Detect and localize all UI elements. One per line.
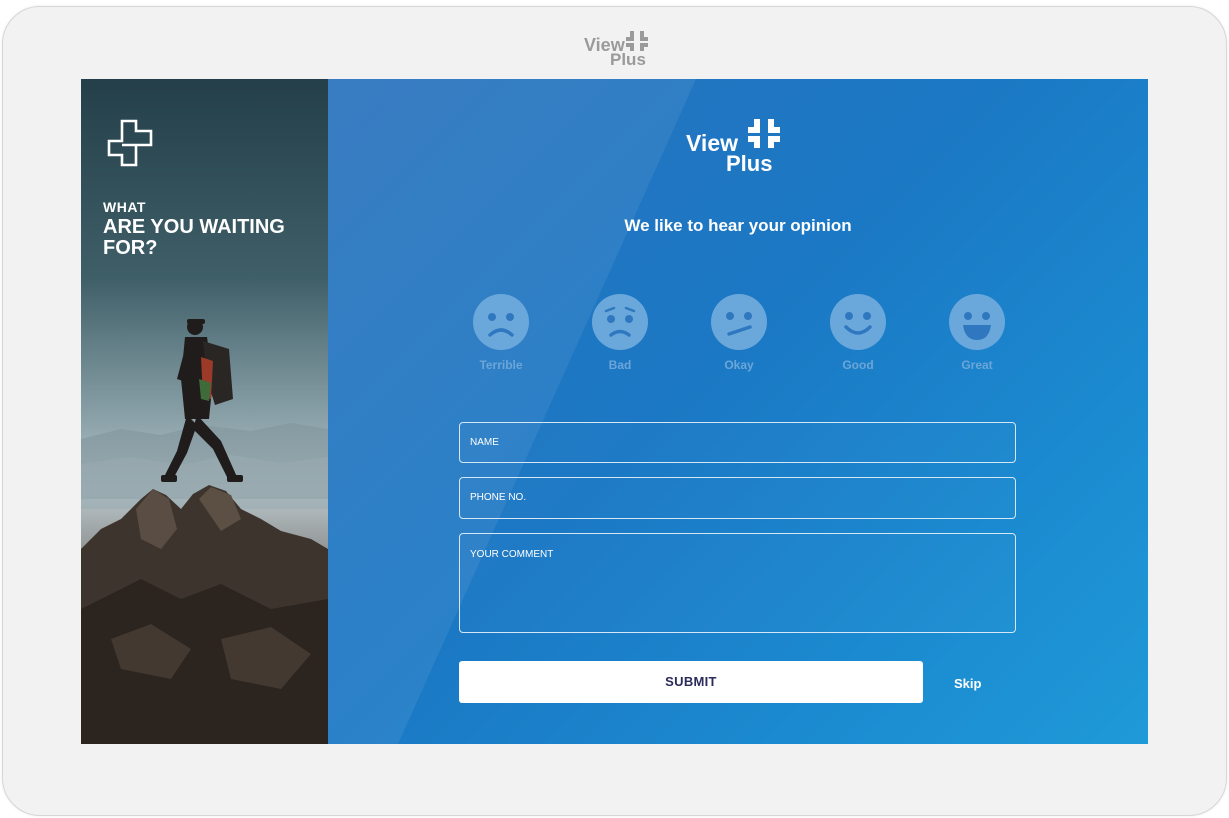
terrible-face-icon: [473, 294, 529, 350]
page-heading: We like to hear your opinion: [624, 216, 852, 235]
brand-mark-icon: [626, 31, 648, 51]
phone-placeholder: PHONE NO.: [470, 492, 527, 503]
name-input[interactable]: NAME: [459, 422, 1016, 463]
tagline-small: WHAT: [103, 199, 146, 215]
app-screen: WHAT ARE YOU WAITING FOR? View Plus We l…: [81, 79, 1148, 744]
rating-label: Terrible: [479, 358, 523, 372]
rating-terrible[interactable]: Terrible: [461, 294, 541, 372]
name-placeholder: NAME: [470, 437, 499, 448]
view-plus-logo: View Plus: [686, 119, 806, 176]
cross-outline-icon: [107, 119, 153, 167]
okay-face-icon: [711, 294, 767, 350]
rating-label: Great: [961, 358, 993, 372]
hiker-on-mountain-image: [81, 319, 328, 744]
panel-light-sheen: [328, 79, 696, 744]
phone-input[interactable]: PHONE NO.: [459, 477, 1016, 519]
brand-mark-icon: [748, 119, 780, 148]
rating-label: Okay: [724, 358, 754, 372]
feedback-panel: View Plus We like to hear your opinion T…: [328, 79, 1148, 744]
tagline-big: ARE YOU WAITING FOR?: [103, 216, 285, 259]
submit-button[interactable]: SUBMIT: [459, 661, 923, 703]
rating-label: Bad: [608, 358, 632, 372]
rating-good[interactable]: Good: [818, 294, 898, 372]
comment-textarea[interactable]: YOUR COMMENT: [459, 533, 1016, 633]
rating-great[interactable]: Great: [937, 294, 1017, 372]
logo-plus-text: Plus: [726, 151, 773, 176]
hero-image-panel: WHAT ARE YOU WAITING FOR?: [81, 79, 328, 744]
great-face-icon: [949, 294, 1005, 350]
device-brand-logo: View Plus: [584, 31, 654, 71]
bad-face-icon: [592, 294, 648, 350]
comment-placeholder: YOUR COMMENT: [470, 549, 554, 560]
rating-bad[interactable]: Bad: [580, 294, 660, 372]
hero-tagline: WHAT ARE YOU WAITING FOR?: [103, 199, 313, 259]
good-face-icon: [830, 294, 886, 350]
skip-link[interactable]: Skip: [954, 676, 981, 691]
device-brand-plus: Plus: [610, 50, 646, 69]
rating-okay[interactable]: Okay: [699, 294, 779, 372]
rating-label: Good: [842, 358, 874, 372]
